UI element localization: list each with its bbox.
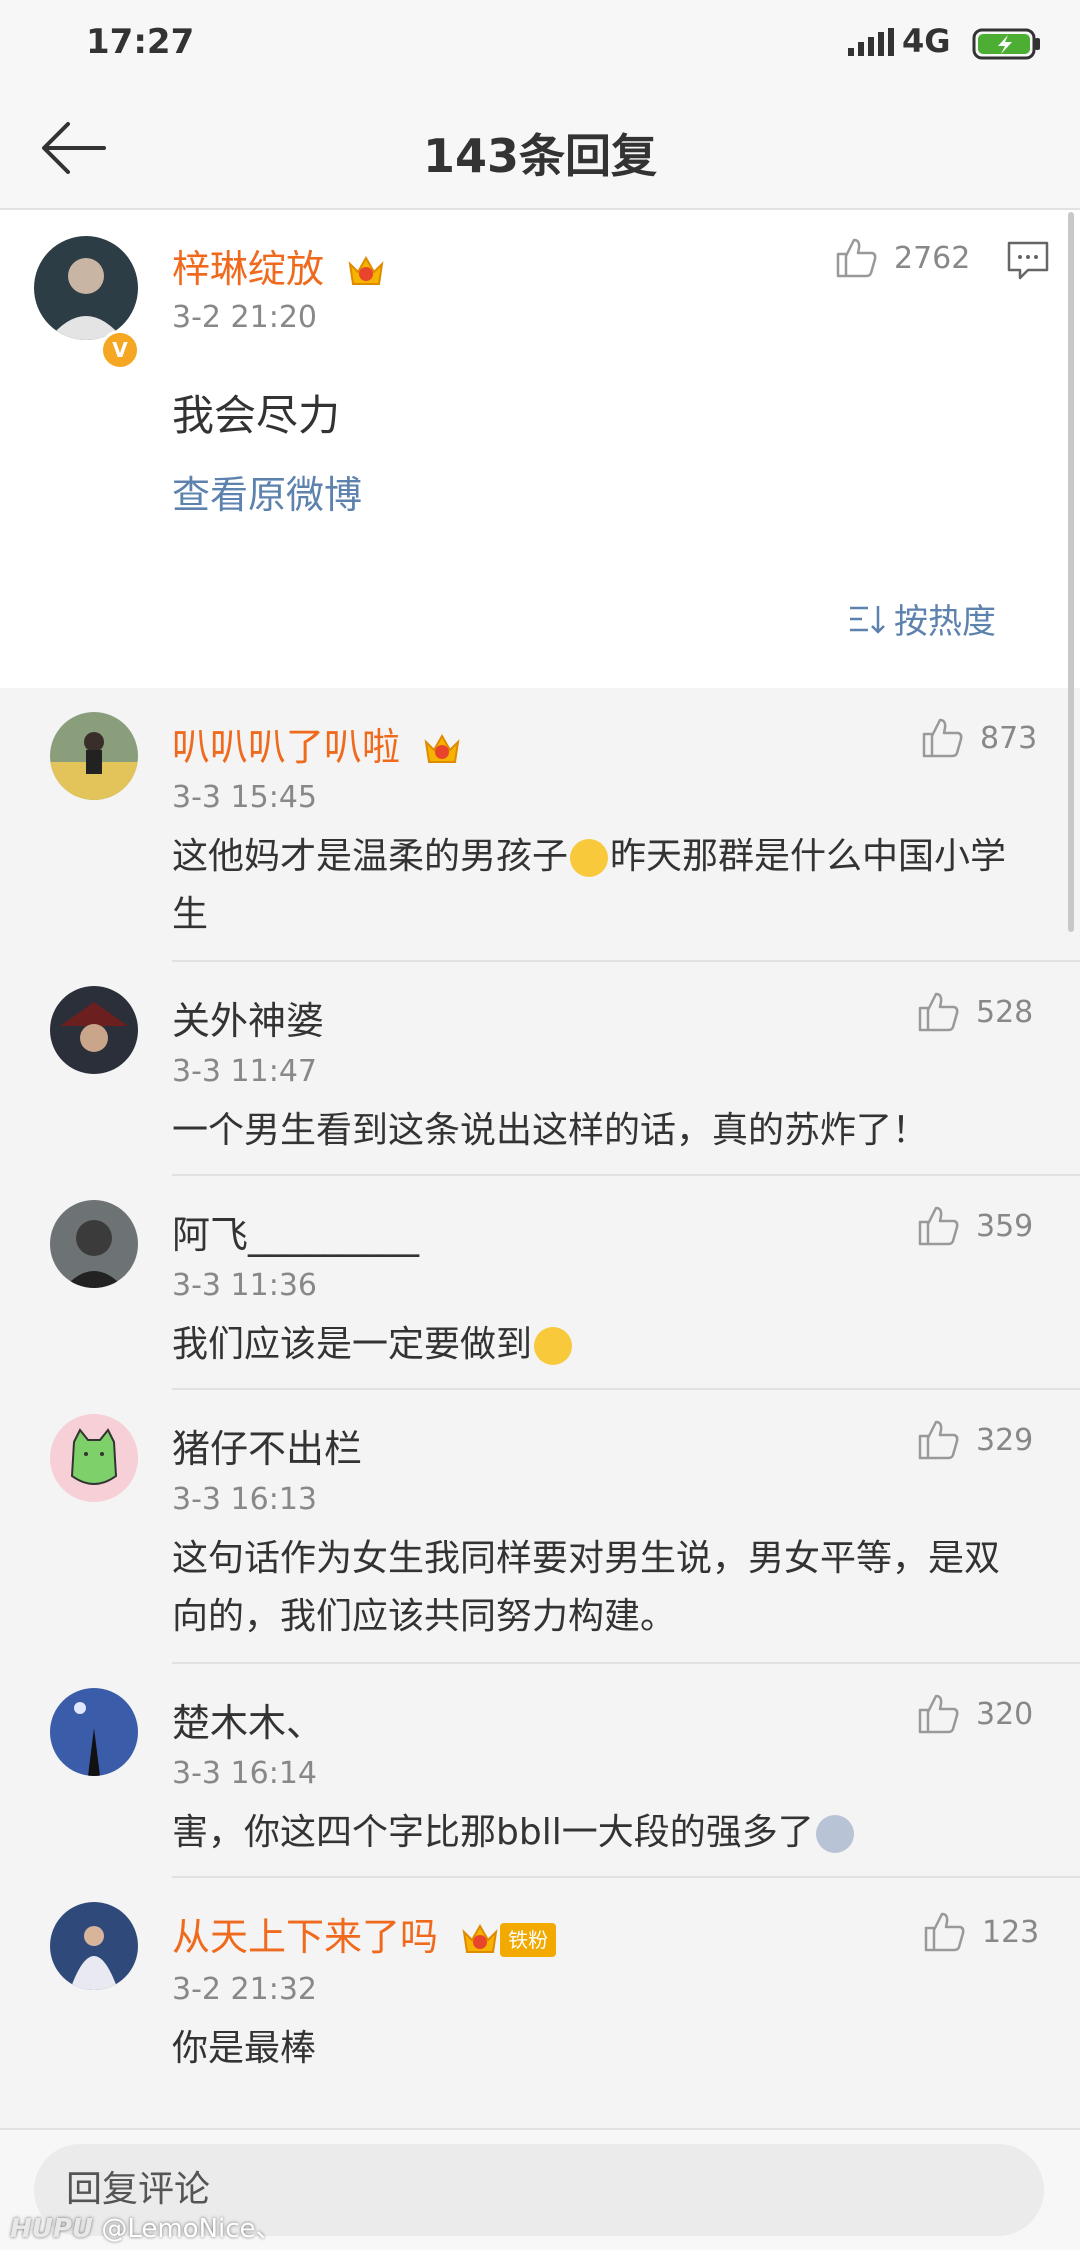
reply-item[interactable]: 关外神婆 3-3 11:47 528 一个男生看到这条说出这样的话，真的苏炸了！ <box>0 962 1080 1176</box>
reply-text: 害，你这四个字比那bbll一大段的强多了 <box>172 1804 1032 1862</box>
sort-button[interactable]: 按热度 <box>848 594 996 643</box>
battery-icon <box>972 28 1040 60</box>
avatar[interactable] <box>34 236 138 340</box>
reply-item[interactable]: 猪仔不出栏 3-3 16:13 329 这句话作为女生我同样要对男生说，男女平等… <box>0 1390 1080 1664</box>
like-count: 873 <box>980 720 1038 756</box>
like-count: 123 <box>982 1914 1040 1950</box>
reply-timestamp: 3-3 15:45 <box>172 780 317 815</box>
fan-tag: 铁粉 <box>500 1922 557 1957</box>
reply-like-button[interactable]: 329 <box>916 1418 1033 1462</box>
sort-label: 按热度 <box>894 602 996 642</box>
scrollbar[interactable] <box>1068 212 1074 932</box>
reply-username[interactable]: 楚木木、 <box>172 1692 324 1747</box>
avatar[interactable] <box>50 986 138 1074</box>
reply-like-button[interactable]: 320 <box>916 1692 1033 1736</box>
sort-icon <box>850 605 885 634</box>
reply-item[interactable]: 阿飞_________ 3-3 11:36 359 我们应该是一定要做到 <box>0 1176 1080 1390</box>
post-username[interactable]: 梓琳绽放 <box>172 238 386 293</box>
reply-text: 你是最棒 <box>172 2028 317 2069</box>
avatar[interactable] <box>50 1200 138 1288</box>
crown-badge-icon <box>462 1923 498 1953</box>
post-timestamp: 3-2 21:20 <box>172 300 317 335</box>
like-count: 528 <box>976 994 1034 1030</box>
thumbs-up-icon <box>918 1206 959 1246</box>
reply-username[interactable]: 阿飞_________ <box>172 1204 419 1259</box>
reply-timestamp: 3-3 16:14 <box>172 1756 317 1791</box>
reply-username[interactable]: 从天上下来了吗 铁粉 <box>172 1906 557 1961</box>
reply-like-button[interactable]: 359 <box>916 1204 1033 1248</box>
reply-like-button[interactable]: 528 <box>916 990 1033 1034</box>
crown-badge-icon <box>424 733 460 763</box>
reply-item[interactable]: 叭叭叭了叭啦 3-3 15:45 873 这他妈才是温柔的男孩子 昨天那群是什么中… <box>0 688 1080 962</box>
reply-text: 这他妈才是温柔的男孩子 昨天那群是什么中国小学生 <box>172 836 1007 935</box>
signal-icon <box>848 28 894 56</box>
verified-badge: V <box>100 330 140 370</box>
status-time: 17:27 <box>86 22 195 62</box>
reply-timestamp: 3-3 11:47 <box>172 1054 317 1089</box>
reply-like-button[interactable]: 123 <box>922 1910 1039 1954</box>
view-original-link[interactable]: 查看原微博 <box>172 464 362 519</box>
like-count: 320 <box>976 1696 1034 1732</box>
reply-timestamp: 3-3 16:13 <box>172 1482 317 1517</box>
thumbs-up-icon <box>918 992 959 1032</box>
thumbs-up-icon <box>918 1694 959 1734</box>
like-count: 329 <box>976 1422 1034 1458</box>
avatar[interactable] <box>50 1902 138 1990</box>
watermark: HUPU @LemoNice、 <box>10 2208 282 2245</box>
post-like-button[interactable]: 2762 <box>834 236 970 280</box>
crown-badge-icon <box>348 255 384 285</box>
thumbs-up-icon <box>918 1420 959 1460</box>
watermark-brand: HUPU <box>10 2214 94 2244</box>
reply-item[interactable]: 从天上下来了吗 铁粉 3-2 21:32 123 你是最棒 <box>0 1878 1080 2126</box>
reply-timestamp: 3-3 11:36 <box>172 1268 317 1303</box>
main-post: V 梓琳绽放 3-2 21:20 2762 我会尽力 查看原微博 按热度 <box>0 210 1080 688</box>
comment-icon[interactable] <box>1006 240 1050 282</box>
network-label: 4G <box>902 22 951 60</box>
page-title: 143条回复 <box>422 129 658 183</box>
post-text: 我会尽力 <box>172 391 341 440</box>
thumbs-up-icon <box>836 238 877 278</box>
reply-username[interactable]: 叭叭叭了叭啦 <box>172 716 462 771</box>
reply-text: 我们应该是一定要做到 <box>172 1316 1032 1374</box>
avatar[interactable] <box>50 712 138 800</box>
thumbs-up-icon <box>922 718 963 758</box>
reply-text: 一个男生看到这条说出这样的话，真的苏炸了！ <box>172 1110 929 1151</box>
reply-username[interactable]: 猪仔不出栏 <box>172 1418 362 1473</box>
flushed-emoji-icon <box>534 1327 573 1365</box>
smile-emoji-icon <box>570 839 609 877</box>
reply-item[interactable]: 楚木木、 3-3 16:14 320 害，你这四个字比那bbll一大段的强多了 <box>0 1664 1080 1878</box>
thumbs-up-icon <box>924 1912 965 1952</box>
reply-text: 这句话作为女生我同样要对男生说，男女平等，是双向的，我们应该共同努力构建。 <box>172 1538 1001 1637</box>
reply-username[interactable]: 关外神婆 <box>172 990 324 1045</box>
avatar[interactable] <box>50 1414 138 1502</box>
nav-bar: 143条回复 <box>0 90 1080 210</box>
husky-emoji-icon <box>815 1815 854 1853</box>
like-count: 359 <box>976 1208 1034 1244</box>
status-bar: 17:27 4G <box>0 0 1080 90</box>
watermark-handle: @LemoNice、 <box>101 2214 282 2244</box>
like-count: 2762 <box>894 240 971 276</box>
reply-like-button[interactable]: 873 <box>920 716 1037 760</box>
avatar[interactable] <box>50 1688 138 1776</box>
reply-timestamp: 3-2 21:32 <box>172 1972 317 2007</box>
